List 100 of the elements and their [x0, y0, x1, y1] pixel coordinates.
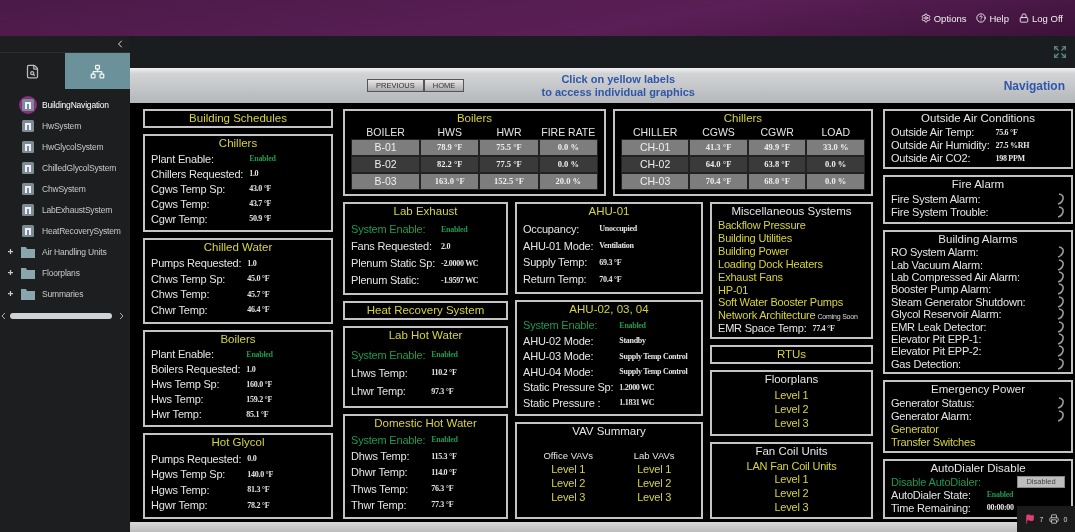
- column-heading: Office VAVs: [543, 450, 593, 461]
- tree-item[interactable]: LabExhaustSystem: [0, 199, 130, 220]
- graphic-link[interactable]: Level 2: [774, 487, 809, 500]
- graphic-link[interactable]: Exhaust Fans: [718, 270, 783, 283]
- plus-icon[interactable]: [7, 249, 13, 254]
- field-label: Cgwr Temp:: [151, 212, 208, 225]
- alarm-label: Generator Status:: [891, 397, 975, 410]
- tree-item[interactable]: Floorplans: [0, 262, 130, 283]
- expand-icon[interactable]: [1053, 45, 1067, 59]
- flag-icon[interactable]: [1024, 514, 1035, 524]
- panel-title[interactable]: Chillers: [620, 112, 865, 125]
- field-value: 0.0: [247, 454, 257, 464]
- table-cell: 68.0 °F: [747, 173, 807, 190]
- printer-icon[interactable]: [1048, 514, 1059, 524]
- field-label: System Enable:: [351, 433, 426, 446]
- field-value: Enabled: [249, 154, 276, 164]
- graphic-link[interactable]: Level 3: [637, 491, 672, 503]
- field-label: Fans Requested:: [351, 240, 432, 253]
- table-cell: B-03: [351, 173, 421, 190]
- panel-title: Building Alarms: [937, 232, 1019, 246]
- alarm-label: Elevator Pit EPP-1:: [891, 332, 982, 345]
- graphic-link[interactable]: LAN Fan Coil Units: [746, 459, 837, 472]
- field-value: Ventilation: [599, 241, 634, 251]
- panel-link[interactable]: RTUs: [776, 348, 807, 361]
- alarm-label: RO System Alarm:: [891, 246, 979, 259]
- field-label: Cgws Temp:: [151, 197, 210, 210]
- graphic-link[interactable]: HP-01: [718, 283, 749, 296]
- graphic-link[interactable]: Network Architecture: [718, 309, 816, 322]
- tree-item[interactable]: Air Handling Units: [0, 241, 130, 262]
- header-link[interactable]: Options: [920, 12, 967, 24]
- field-label: Static Pressure Sp:: [523, 381, 614, 394]
- field-value: 159.2 °F: [246, 394, 273, 404]
- panel-title[interactable]: Lab Hot Water: [351, 329, 500, 343]
- column-header: CGWS: [701, 125, 736, 139]
- graphic-link[interactable]: Generator: [891, 422, 939, 435]
- field-label: Occupancy:: [523, 222, 580, 235]
- field-label: Hgwr Temp:: [151, 499, 208, 512]
- alarm-label: Booster Pump Alarm:: [891, 283, 992, 296]
- header-link[interactable]: Help: [976, 12, 1009, 24]
- graphic-link[interactable]: Level 2: [551, 477, 586, 489]
- table-cell: CH-02: [620, 156, 690, 173]
- field-label: Hws Temp Sp:: [151, 378, 220, 391]
- panel-title[interactable]: Boilers: [351, 112, 598, 125]
- table-cell: 0.0 %: [806, 173, 865, 190]
- plus-icon[interactable]: [7, 270, 13, 275]
- field-value: 00:00:00: [986, 503, 1014, 513]
- field-value: 43.7 °F: [249, 199, 272, 209]
- tree-item[interactable]: HeatRecoverySystem: [0, 220, 130, 241]
- field-label: Dhwr Temp:: [351, 466, 408, 479]
- field-value: Supply Temp Control: [619, 367, 688, 377]
- panel-title[interactable]: Lab Exhaust: [351, 205, 500, 218]
- panel-title[interactable]: Domestic Hot Water: [351, 416, 500, 430]
- column-header: FIRE RATE: [540, 125, 597, 139]
- hint-text: to access individual graphics: [540, 85, 696, 99]
- graphic-link[interactable]: Soft Water Booster Pumps: [718, 296, 843, 309]
- field-value: 27.5 %RH: [995, 140, 1030, 150]
- panel-link[interactable]: Building Schedules: [189, 112, 287, 124]
- tree-item[interactable]: HwGlycolSystem: [0, 136, 130, 157]
- tree-item[interactable]: ChilledGlycolSystem: [0, 157, 130, 178]
- panel-link[interactable]: Heat Recovery System: [366, 304, 485, 317]
- graphic-link[interactable]: Backflow Pressure: [718, 218, 806, 231]
- field-label: Lhws Temp:: [351, 367, 408, 379]
- graphic-link[interactable]: Building Power: [718, 244, 789, 257]
- column-header: LOAD: [820, 125, 851, 139]
- tree-item[interactable]: HwSystem: [0, 115, 130, 136]
- panel-title[interactable]: Hot Glycol: [151, 436, 325, 450]
- graphic-link[interactable]: Level 3: [774, 417, 809, 430]
- tree-item[interactable]: ChwSystem: [0, 178, 130, 199]
- field-label: Lhwr Temp:: [351, 385, 406, 398]
- panel-title[interactable]: AHU-01: [523, 205, 695, 218]
- horizontal-scrollbar[interactable]: [0, 312, 126, 320]
- panel-title[interactable]: Chilled Water: [151, 240, 325, 254]
- tree-item[interactable]: Summaries: [0, 283, 130, 304]
- graphic-link[interactable]: Level 2: [637, 477, 672, 489]
- field-label: Outside Air Humidity:: [891, 139, 990, 152]
- alarm-label: Steam Generator Shutdown:: [891, 295, 1026, 308]
- graphic-link[interactable]: Transfer Switches: [891, 435, 976, 448]
- plus-icon[interactable]: [7, 291, 13, 296]
- table-cell: CH-03: [620, 173, 690, 190]
- graphic-link[interactable]: Level 1: [637, 463, 672, 475]
- graphic-link[interactable]: Building Utilities: [718, 231, 793, 244]
- graphic-link[interactable]: Loading Dock Heaters: [718, 257, 823, 270]
- panel-title[interactable]: AHU-02, 03, 04: [523, 303, 695, 316]
- panel-title[interactable]: Chillers: [151, 137, 325, 150]
- field-value: 1.1831 WC: [619, 398, 655, 408]
- page-icon: [22, 119, 34, 132]
- table-cell: 163.0 °F: [420, 173, 480, 190]
- field-value: 110.2 °F: [431, 368, 457, 378]
- graphic-link[interactable]: Level 1: [774, 473, 809, 486]
- page-icon: [22, 203, 34, 216]
- graphic-link[interactable]: Level 1: [551, 463, 586, 475]
- graphic-link[interactable]: Level 1: [774, 388, 809, 401]
- header-link[interactable]: Log Off: [1019, 12, 1063, 24]
- graphic-link[interactable]: Level 3: [774, 501, 809, 514]
- field-value: 1.2000 WC: [619, 382, 655, 392]
- graphic-link[interactable]: Level 2: [774, 403, 809, 415]
- tree-item[interactable]: BuildingNavigation: [0, 94, 130, 115]
- graphic-link[interactable]: Level 3: [551, 491, 586, 503]
- panel-title[interactable]: Boilers: [151, 332, 325, 346]
- field-label: Return Temp:: [523, 273, 587, 286]
